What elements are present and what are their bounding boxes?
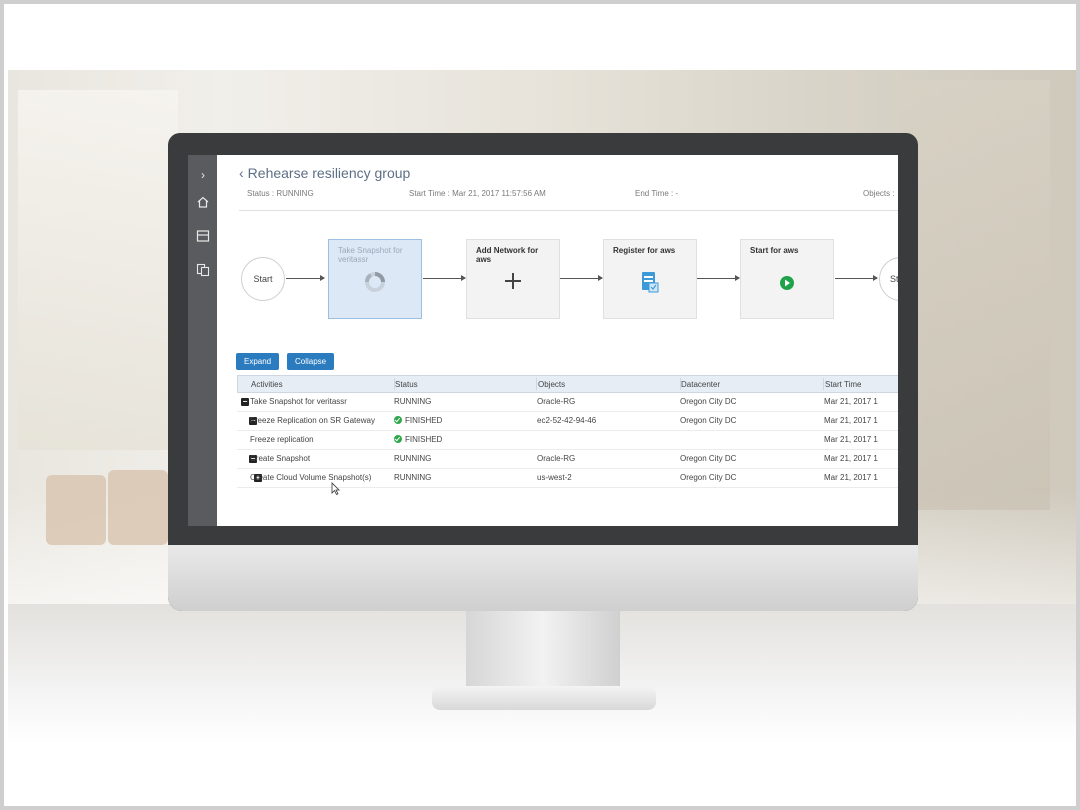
workflow-step-label: Start for aws	[750, 246, 799, 255]
page-title-text: Rehearse resiliency group	[247, 165, 411, 181]
start-time-meta: Start Time : Mar 21, 2017 11:57:56 AM	[409, 189, 546, 198]
mouse-cursor-icon	[331, 482, 340, 500]
back-arrow-icon[interactable]: ‹	[239, 165, 244, 181]
activity-text: Freeze Replication on SR Gateway	[250, 416, 375, 425]
workflow-end-node: St	[879, 257, 898, 301]
monitor-stand-base	[432, 686, 656, 710]
workflow-start-node: Start	[241, 257, 285, 301]
datacenter-cell: Oregon City DC	[680, 473, 737, 482]
workflow-step-label: Register for aws	[613, 246, 676, 255]
left-nav: ›	[188, 155, 217, 526]
main-content: ‹ Rehearse resiliency group Status : RUNN…	[217, 155, 898, 526]
expand-button[interactable]: Expand	[236, 353, 280, 370]
column-separator[interactable]	[536, 378, 537, 390]
divider	[239, 210, 898, 211]
column-header[interactable]: Status	[395, 376, 418, 394]
table-header: Activities Status Objects Datacenter Sta…	[237, 375, 898, 393]
register-icon	[604, 270, 696, 299]
status-cell: RUNNING	[394, 397, 432, 406]
background-chair	[108, 470, 168, 545]
workflow-arrow	[423, 275, 466, 281]
status-text: FINISHED	[405, 416, 443, 425]
start-time-cell: Mar 21, 2017 1	[824, 473, 878, 482]
workflow-step-take-snapshot[interactable]: Take Snapshot for veritassr	[328, 239, 422, 319]
app-screen: › ‹ Rehearse resiliency group Status : RU…	[188, 155, 898, 526]
image-frame: › ‹ Rehearse resiliency group Status : RU…	[0, 0, 1080, 810]
datacenter-cell: Oregon City DC	[680, 416, 737, 425]
object-cell: Oracle-RG	[537, 454, 576, 463]
workflow-step-label: Add Network for aws	[476, 246, 539, 264]
play-icon	[741, 270, 833, 296]
workflow-end-label: St	[890, 274, 898, 284]
column-header[interactable]: Objects	[538, 376, 565, 394]
table-row[interactable]: − Create Snapshot RUNNING Oracle-RG Oreg…	[237, 450, 898, 469]
object-cell: Oracle-RG	[537, 397, 576, 406]
activity-cell: Create Snapshot	[250, 454, 311, 463]
workflow-arrow	[697, 275, 740, 281]
status-cell: FINISHED	[394, 431, 442, 449]
background-panel	[900, 80, 1050, 510]
workflow-step-add-network[interactable]: Add Network for aws	[466, 239, 560, 319]
table-row[interactable]: − Freeze Replication on SR Gateway FINIS…	[237, 412, 898, 431]
check-circle-icon	[394, 435, 402, 443]
monitor-stand-neck	[466, 609, 620, 689]
status-cell: RUNNING	[394, 454, 432, 463]
monitor: › ‹ Rehearse resiliency group Status : RU…	[168, 133, 918, 611]
column-header[interactable]: Datacenter	[681, 376, 720, 394]
background-window	[18, 90, 178, 450]
workflow-step-label: Take Snapshot for veritassr	[338, 246, 403, 264]
column-separator[interactable]	[823, 378, 824, 390]
column-header[interactable]: Start Time	[825, 376, 861, 394]
meta-row: Status : RUNNING Start Time : Mar 21, 20…	[247, 189, 898, 201]
chevron-right-icon[interactable]: ›	[195, 167, 211, 183]
collapse-button[interactable]: Collapse	[287, 353, 335, 370]
workflow-arrow	[835, 275, 878, 281]
workflow-step-start-aws[interactable]: Start for aws	[740, 239, 834, 319]
object-cell: us-west-2	[537, 473, 572, 482]
workflow-arrow	[286, 275, 325, 281]
datacenter-cell: Oregon City DC	[680, 397, 737, 406]
start-time-cell: Mar 21, 2017 1	[824, 416, 878, 425]
start-time-cell: Mar 21, 2017 1	[824, 454, 878, 463]
background-chair	[46, 475, 106, 545]
home-icon[interactable]	[195, 195, 211, 211]
page-title: ‹ Rehearse resiliency group	[239, 165, 410, 181]
layout-icon[interactable]	[195, 229, 211, 245]
activities-table: Activities Status Objects Datacenter Sta…	[237, 375, 898, 488]
plus-icon	[467, 270, 559, 297]
status-text: FINISHED	[405, 435, 443, 444]
activity-cell: Freeze replication	[250, 435, 314, 444]
copy-icon[interactable]	[195, 263, 211, 279]
spinner-icon	[329, 270, 421, 299]
workflow-step-register[interactable]: Register for aws	[603, 239, 697, 319]
activity-cell: Freeze Replication on SR Gateway	[250, 412, 375, 430]
objects-meta: Objects :	[863, 189, 895, 198]
start-time-cell: Mar 21, 2017 1	[824, 435, 878, 444]
end-time-meta: End Time : -	[635, 189, 679, 198]
collapse-toggle-icon[interactable]: −	[241, 398, 249, 406]
workflow-arrow	[560, 275, 603, 281]
table-row[interactable]: − Take Snapshot for veritassr RUNNING Or…	[237, 393, 898, 412]
status-meta: Status : RUNNING	[247, 189, 314, 198]
activity-cell: Take Snapshot for veritassr	[250, 397, 347, 406]
datacenter-cell: Oregon City DC	[680, 454, 737, 463]
workflow-start-label: Start	[253, 274, 273, 284]
check-circle-icon	[394, 416, 402, 424]
status-cell: RUNNING	[394, 473, 432, 482]
object-cell: ec2-52-42-94-46	[537, 416, 597, 425]
table-row[interactable]: Freeze replication FINISHED Mar 21, 2017…	[237, 431, 898, 450]
start-time-cell: Mar 21, 2017 1	[824, 397, 878, 406]
status-cell: FINISHED	[394, 412, 442, 430]
activity-cell: Create Cloud Volume Snapshot(s)	[250, 473, 372, 482]
monitor-chin	[168, 545, 918, 611]
column-header[interactable]: Activities	[251, 376, 283, 394]
